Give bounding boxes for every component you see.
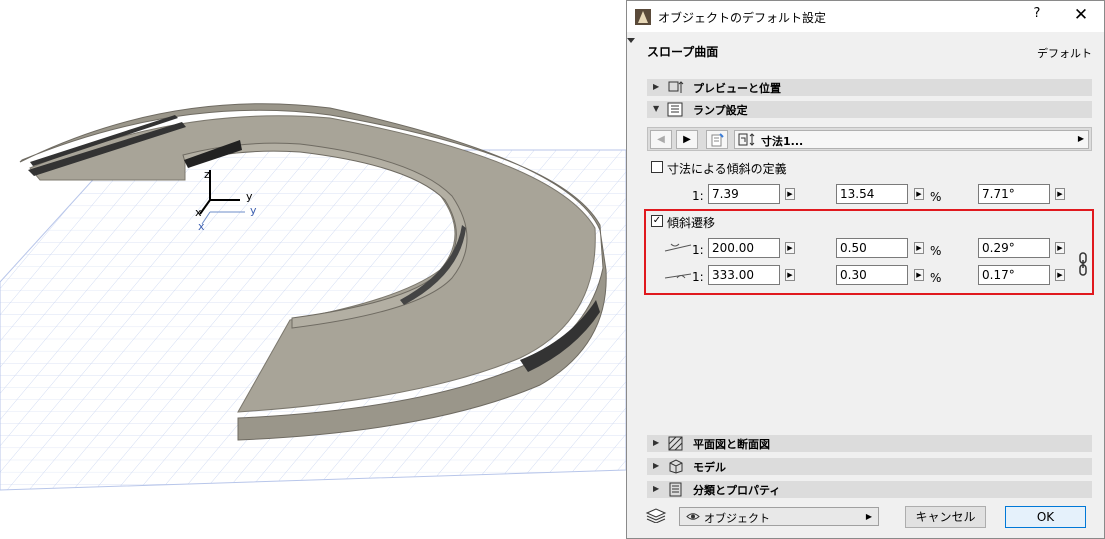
- layer-stack-icon[interactable]: [645, 507, 667, 523]
- transition-start-percent-spin-button[interactable]: ▶: [914, 242, 924, 254]
- transition-end-angle-spin-button[interactable]: ▶: [1055, 269, 1065, 281]
- model-cube-icon: [669, 459, 683, 474]
- page-list-icon: [711, 133, 724, 147]
- chain-link-icon[interactable]: [1077, 252, 1089, 276]
- percent-unit: %: [930, 271, 942, 285]
- transition-end-ratio-spin-button[interactable]: ▶: [785, 269, 795, 281]
- slope-by-dimension-label: 寸法による傾斜の定義: [667, 162, 787, 176]
- percent-unit: %: [930, 244, 942, 258]
- section-ramp-settings[interactable]: ▼ ランプ設定: [647, 101, 1092, 118]
- plan-section-icon: [668, 436, 683, 451]
- close-button[interactable]: ✕: [1071, 5, 1091, 25]
- transition-start-angle-input[interactable]: [978, 238, 1050, 258]
- expand-arrow-icon: ▶: [653, 484, 660, 493]
- default-label: デフォルト: [1037, 47, 1092, 60]
- object-default-settings-dialog: オブジェクトのデフォルト設定 ? ✕ スロープ曲面 デフォルト ▶ プレビューと…: [626, 0, 1105, 539]
- transition-end-ratio-input[interactable]: [708, 265, 780, 285]
- transition-end-icon: [664, 273, 692, 279]
- slope-ratio-input[interactable]: [708, 184, 780, 204]
- transition-start-angle-spin-button[interactable]: ▶: [1055, 242, 1065, 254]
- transition-end-percent-input[interactable]: [836, 265, 908, 285]
- transition-end-angle-input[interactable]: [978, 265, 1050, 285]
- ratio-prefix: 1:: [692, 189, 704, 203]
- axis-z-label: z: [204, 168, 210, 181]
- ramp-settings-icon: [667, 102, 683, 117]
- section-label: ランプ設定: [693, 104, 748, 117]
- transition-start-ratio-spin-button[interactable]: ▶: [785, 242, 795, 254]
- axis-x-label: x: [195, 206, 202, 219]
- collapse-arrow-icon: ▼: [653, 104, 660, 113]
- page-navigation-bar: ◀ ▶ 寸法1... ▶: [647, 127, 1092, 151]
- page-selector-label: 寸法1...: [761, 135, 804, 148]
- slope-angle-spin-button[interactable]: ▶: [1055, 188, 1065, 200]
- section-label: プレビューと位置: [693, 82, 781, 95]
- slope-ratio-spin-button[interactable]: ▶: [785, 188, 795, 200]
- axis-y-shadow-label: y: [250, 204, 257, 217]
- preview-position-icon: [668, 81, 684, 93]
- transition-end-percent-spin-button[interactable]: ▶: [914, 269, 924, 281]
- section-label: 分類とプロパティ: [693, 484, 781, 497]
- dropdown-caret-icon: ▶: [865, 512, 872, 521]
- page-selector-caret-icon: ▶: [1077, 134, 1084, 143]
- classification-list-icon: [669, 482, 682, 497]
- axis-y-label: y: [246, 190, 253, 203]
- expand-arrow-icon: ▶: [653, 461, 660, 470]
- cancel-button[interactable]: キャンセル: [905, 506, 986, 528]
- transition-start-icon: [664, 243, 692, 252]
- slope-percent-input[interactable]: [836, 184, 908, 204]
- eye-icon: [686, 513, 700, 520]
- collapse-corner-icon[interactable]: [627, 38, 635, 43]
- section-plan-section[interactable]: ▶ 平面図と断面図: [647, 435, 1092, 452]
- expand-arrow-icon: ▶: [653, 438, 660, 447]
- axis-x-shadow-label: x: [198, 220, 205, 233]
- section-label: 平面図と断面図: [693, 438, 770, 451]
- object-name: スロープ曲面: [647, 45, 719, 59]
- prev-page-button[interactable]: ◀: [650, 130, 672, 149]
- help-button[interactable]: ?: [1029, 6, 1045, 26]
- dimension-page-icon: [738, 133, 755, 146]
- 3d-viewport[interactable]: z y x y x: [0, 0, 626, 539]
- expand-arrow-icon: ▶: [653, 82, 660, 91]
- ratio-prefix: 1:: [692, 243, 704, 257]
- page-selector[interactable]: 寸法1... ▶: [734, 130, 1089, 149]
- transition-start-ratio-input[interactable]: [708, 238, 780, 258]
- slope-transition-checkbox[interactable]: ✓: [651, 215, 663, 227]
- slope-by-dimension-checkbox[interactable]: [651, 161, 663, 173]
- dialog-title: オブジェクトのデフォルト設定: [658, 11, 827, 25]
- slope-percent-spin-button[interactable]: ▶: [914, 188, 924, 200]
- section-label: モデル: [693, 461, 726, 474]
- ratio-prefix: 1:: [692, 270, 704, 284]
- transition-start-percent-input[interactable]: [836, 238, 908, 258]
- section-model[interactable]: ▶ モデル: [647, 458, 1092, 475]
- viewport-canvas: z y x y x: [0, 103, 626, 491]
- slope-transition-label: 傾斜遷移: [667, 216, 716, 230]
- title-bar[interactable]: オブジェクトのデフォルト設定 ? ✕: [627, 1, 1104, 32]
- archicad-app-icon: [635, 9, 651, 25]
- section-preview-position[interactable]: ▶ プレビューと位置: [647, 79, 1092, 96]
- ok-button[interactable]: OK: [1005, 506, 1086, 528]
- slope-angle-input[interactable]: [978, 184, 1050, 204]
- page-list-button[interactable]: [706, 130, 728, 149]
- object-layer-select[interactable]: オブジェクト ▶: [679, 507, 879, 526]
- percent-unit: %: [930, 190, 942, 204]
- section-classification-properties[interactable]: ▶ 分類とプロパティ: [647, 481, 1092, 498]
- next-page-button[interactable]: ▶: [676, 130, 698, 149]
- object-layer-label: オブジェクト: [704, 512, 770, 525]
